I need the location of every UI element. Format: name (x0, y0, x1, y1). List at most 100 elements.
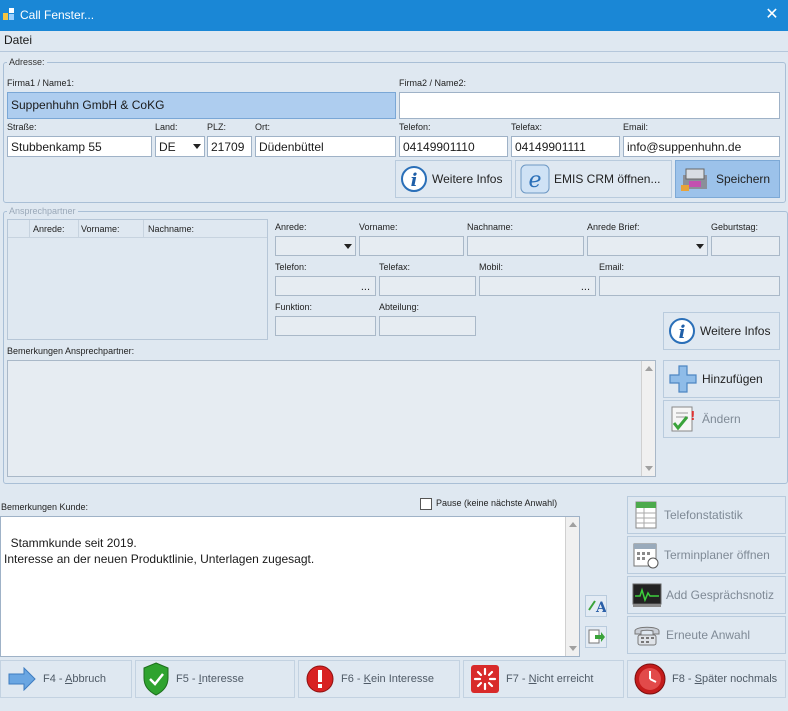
land-value: DE (159, 140, 176, 154)
speichern-label: Speichern (716, 172, 771, 186)
gespraechsnotiz-button[interactable]: Add Gesprächsnotiz (627, 576, 786, 614)
kunde-bemerkungen-textarea[interactable]: Stammkunde seit 2019. Interesse an der n… (0, 516, 580, 657)
save-disk-icon (681, 168, 707, 191)
scroll-up-icon[interactable] (569, 522, 577, 527)
f8-hotkey: S (694, 673, 702, 685)
ap-telefon-dots[interactable]: ... (361, 279, 370, 295)
f8-prefix: F8 - (672, 673, 695, 685)
f8-rest: päter nochmals (701, 673, 778, 685)
hinzufuegen-label: Hinzufügen (702, 372, 763, 386)
ap-anrede-select[interactable] (275, 236, 356, 256)
ap-vorname-label: Vorname: (359, 222, 398, 232)
land-label: Land: (155, 122, 178, 132)
ap-funktion-label: Funktion: (275, 302, 313, 312)
f7-hotkey: N (528, 673, 537, 685)
erneute-anwahl-label: Erneute Anwahl (666, 628, 751, 642)
ap-bemerkungen-textarea[interactable] (7, 360, 656, 477)
plz-label: PLZ: (207, 122, 227, 132)
telefonstatistik-button[interactable]: Telefonstatistik (627, 496, 786, 534)
ap-telefax-label: Telefax: (379, 262, 411, 272)
firma1-field[interactable]: Suppenhuhn GmbH & CoKG (7, 92, 396, 119)
weitere-infos-button[interactable]: i Weitere Infos (395, 160, 512, 198)
spreadsheet-icon (635, 501, 657, 529)
insert-text-button[interactable] (585, 626, 607, 648)
telefonstatistik-label: Telefonstatistik (664, 508, 743, 522)
monitor-graph-icon (632, 583, 662, 607)
info-icon: i (401, 166, 427, 192)
ansprechpartner-grid[interactable]: Anrede: Vorname: Nachname: (7, 219, 268, 340)
ap-funktion-field[interactable] (275, 316, 376, 336)
ap-geburtstag-field[interactable] (711, 236, 780, 256)
chevron-down-icon (193, 144, 201, 149)
telefon-label: Telefon: (399, 122, 431, 132)
email-field[interactable]: info@suppenhuhn.de (623, 136, 780, 157)
ort-label: Ort: (255, 122, 270, 132)
speichern-button[interactable]: Speichern (675, 160, 780, 198)
ort-field[interactable]: Düdenbüttel (255, 136, 396, 157)
terminplaner-label: Terminplaner öffnen (664, 548, 770, 562)
ap-anrede-label: Anrede: (275, 222, 307, 232)
grid-col-anrede[interactable]: Anrede: (33, 224, 65, 234)
ap-bemerkungen-label: Bemerkungen Ansprechpartner: (7, 346, 135, 356)
f6-kein-interesse-button[interactable]: F6 - Kein Interesse (298, 660, 460, 698)
title-bar: Call Fenster... ✕ (0, 0, 788, 31)
land-select[interactable]: DE (155, 136, 205, 157)
f4-abbruch-button[interactable]: F4 - Abbruch (0, 660, 132, 698)
pause-checkbox[interactable] (420, 498, 432, 510)
chevron-down-icon (696, 244, 704, 249)
terminplaner-button[interactable]: Terminplaner öffnen (627, 536, 786, 574)
ap-abteilung-field[interactable] (379, 316, 476, 336)
ap-anrede-brief-select[interactable] (587, 236, 708, 256)
scroll-up-icon[interactable] (645, 366, 653, 371)
f5-interesse-button[interactable]: F5 - Interesse (135, 660, 295, 698)
ap-anrede-brief-label: Anrede Brief: (587, 222, 640, 232)
svg-text:A: A (595, 600, 606, 616)
firma2-field[interactable] (399, 92, 780, 119)
f6-hotkey: K (363, 673, 371, 685)
kunde-bemerkungen-scrollbar[interactable] (565, 517, 579, 656)
edit-checklist-icon: ! (671, 406, 695, 432)
format-text-button[interactable]: A (585, 595, 608, 617)
ap-vorname-field[interactable] (359, 236, 464, 256)
red-alert-icon (306, 665, 334, 693)
strasse-field[interactable]: Stubbenkamp 55 (7, 136, 152, 157)
grid-col-nachname[interactable]: Nachname: (148, 224, 194, 234)
green-shield-icon (143, 662, 169, 696)
f8-spaeter-nochmals-button[interactable]: F8 - Später nochmals (627, 660, 786, 698)
gespraechsnotiz-label: Add Gesprächsnotiz (666, 588, 775, 602)
aendern-button[interactable]: ! Ändern (663, 400, 780, 438)
ansprechpartner-group-title: Ansprechpartner (7, 206, 78, 216)
close-icon[interactable]: ✕ (756, 0, 788, 31)
hinzufuegen-button[interactable]: Hinzufügen (663, 360, 780, 398)
ap-mobil-dots[interactable]: ... (581, 279, 590, 295)
ap-weitere-infos-button[interactable]: i Weitere Infos (663, 312, 780, 350)
ap-mobil-field[interactable]: ... (479, 276, 596, 296)
f4-prefix: F4 - (43, 673, 66, 685)
telefon-field[interactable]: 04149901110 (399, 136, 508, 157)
plz-field[interactable]: 21709 (207, 136, 252, 157)
f6-rest: ein Interesse (370, 673, 434, 685)
ap-bemerkungen-scrollbar[interactable] (641, 361, 655, 476)
scroll-down-icon[interactable] (645, 466, 653, 471)
ap-email-label: Email: (599, 262, 625, 272)
grid-col-vorname[interactable]: Vorname: (81, 224, 120, 234)
pause-label[interactable]: Pause (keine nächste Anwahl) (436, 498, 557, 508)
plus-icon (669, 365, 697, 393)
f7-rest: icht erreicht (536, 673, 594, 685)
ap-email-field[interactable] (599, 276, 780, 296)
scroll-down-icon[interactable] (569, 646, 577, 651)
ap-telefon-field[interactable]: ... (275, 276, 376, 296)
edit-font-icon: A (588, 600, 608, 616)
firma1-label: Firma1 / Name1: (7, 78, 75, 88)
arrow-right-icon (8, 667, 36, 691)
menu-datei[interactable]: Datei (4, 33, 32, 47)
erneute-anwahl-button[interactable]: Erneute Anwahl (627, 616, 786, 654)
telefax-field[interactable]: 04149901111 (511, 136, 620, 157)
f7-nicht-erreicht-button[interactable]: F7 - Nicht erreicht (463, 660, 624, 698)
ap-nachname-field[interactable] (467, 236, 584, 256)
f6-prefix: F6 - (341, 673, 364, 685)
ap-telefon-label: Telefon: (275, 262, 307, 272)
ap-mobil-label: Mobil: (479, 262, 504, 272)
ap-telefax-field[interactable] (379, 276, 476, 296)
emis-crm-button[interactable]: e EMIS CRM öffnen... (515, 160, 672, 198)
